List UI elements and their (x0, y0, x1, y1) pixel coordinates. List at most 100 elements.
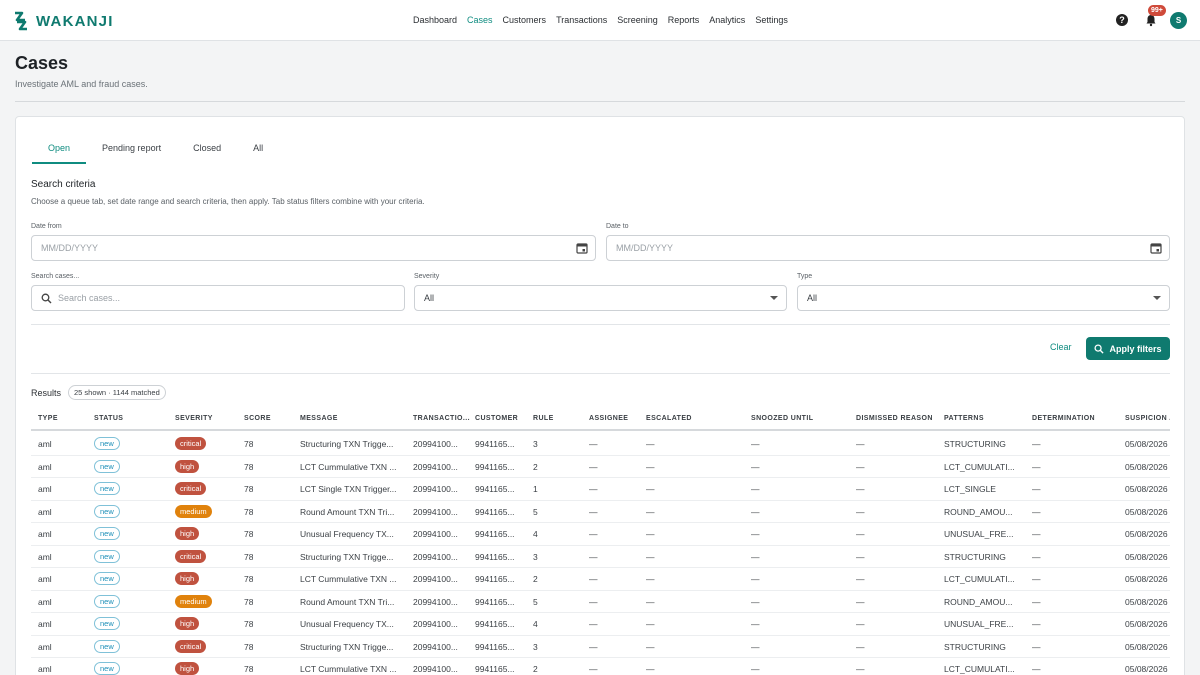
cell-determination: — (1032, 574, 1041, 584)
nav-item-settings[interactable]: Settings (755, 13, 788, 27)
nav-item-transactions[interactable]: Transactions (556, 13, 607, 27)
table-row[interactable]: aml new high 78 Unusual Frequency TX... 20994… (31, 523, 1170, 546)
help-icon[interactable]: ? (1116, 14, 1128, 26)
column-header-patterns[interactable]: PATTERNS (944, 415, 984, 422)
notifications-button[interactable]: 99+ (1144, 5, 1166, 27)
column-header-suspicion[interactable]: SUSPICION A (1125, 415, 1170, 422)
top-bar: WAKANJI Dashboard Cases Customers Transacti… (0, 0, 1200, 41)
clear-button[interactable]: Clear (1050, 342, 1072, 352)
cell-message: LCT Single TXN Trigger... (300, 484, 397, 494)
page-title: Cases (15, 53, 69, 73)
cell-dismissed: — (856, 641, 865, 652)
table-row[interactable]: aml new high 78 LCT Cummulative TXN ... 20994… (31, 658, 1170, 675)
user-avatar[interactable]: S (1170, 11, 1187, 29)
cell-score: 78 (244, 574, 254, 584)
apply-filters-button[interactable]: Apply filters (1086, 337, 1170, 360)
table-row[interactable]: aml new high 78 Unusual Frequency TX... 20994… (31, 613, 1170, 636)
column-header-dismissed[interactable]: DISMISSED REASON (856, 415, 933, 422)
tab-open[interactable]: Open (32, 139, 87, 164)
cell-type: aml (38, 619, 52, 629)
tab-closed[interactable]: Closed (177, 139, 237, 164)
severity-badge: high (175, 572, 200, 585)
search-criteria-help: Choose a queue tab, set date range and s… (31, 197, 425, 206)
brand-logo[interactable]: WAKANJI (11, 9, 114, 33)
table-row[interactable]: aml new high 78 LCT Cummulative TXN ... 20994… (31, 568, 1170, 591)
nav-item-dashboard[interactable]: Dashboard (413, 13, 457, 27)
table-row[interactable]: aml new critical 78 Structuring TXN Trigge..… (31, 433, 1170, 456)
type-select[interactable]: All (797, 285, 1170, 311)
nav-item-analytics[interactable]: Analytics (709, 13, 745, 27)
cell-message: Structuring TXN Trigge... (300, 551, 394, 562)
column-header-severity[interactable]: SEVERITY (175, 415, 213, 422)
calendar-icon[interactable] (1150, 242, 1162, 254)
severity-badge: critical (175, 639, 207, 653)
search-criteria-title: Search criteria (31, 179, 96, 190)
cell-patterns: LCT_CUMULATI... (944, 664, 1015, 674)
cell-suspicion: 05/08/2026 (1125, 461, 1168, 472)
cell-escalated: — (646, 506, 655, 517)
search-cases-input[interactable]: Search cases... (31, 285, 405, 311)
status-badge: new (94, 504, 120, 518)
cell-customer: 9941165... (475, 551, 515, 562)
cell-transaction: 20994100... (413, 574, 458, 584)
nav-item-reports[interactable]: Reports (668, 13, 700, 27)
table-row[interactable]: aml new medium 78 Round Amount TXN Tri... 209… (31, 591, 1170, 613)
cell-suspicion: 05/08/2026 (1125, 439, 1168, 449)
apply-filters-label: Apply filters (1109, 343, 1162, 354)
severity-select[interactable]: All (414, 285, 787, 311)
cell-suspicion: 05/08/2026 (1125, 641, 1168, 652)
table-header: TYPE STATUS SEVERITY SCORE MESSAGE TRANSACTIO… (31, 407, 1170, 431)
results-label: Results (31, 388, 62, 398)
cell-suspicion: 05/08/2026 (1125, 551, 1168, 562)
table-row[interactable]: aml new critical 78 LCT Single TXN Trigger..… (31, 478, 1170, 501)
tab-pending-report[interactable]: Pending report (86, 139, 177, 164)
nav-item-screening[interactable]: Screening (617, 13, 658, 27)
column-header-transaction[interactable]: TRANSACTIO... (413, 415, 470, 422)
column-header-type[interactable]: TYPE (38, 415, 58, 422)
top-right-controls: ? 99+ S (1116, 5, 1187, 31)
date-to-input[interactable]: MM/DD/YYYY (606, 235, 1170, 261)
column-header-snoozed[interactable]: SNOOZED UNTIL (751, 415, 813, 422)
tab-all[interactable]: All (237, 139, 279, 164)
column-header-escalated[interactable]: ESCALATED (646, 415, 692, 422)
cell-message: LCT Cummulative TXN ... (300, 664, 397, 674)
nav-item-cases[interactable]: Cases (467, 13, 493, 27)
column-header-message[interactable]: MESSAGE (300, 415, 338, 422)
table-row[interactable]: aml new critical 78 Structuring TXN Trigge..… (31, 546, 1170, 568)
cell-score: 78 (244, 641, 254, 652)
cell-suspicion: 05/08/2026 (1125, 529, 1168, 539)
cell-dismissed: — (856, 664, 865, 674)
calendar-icon[interactable] (576, 242, 588, 254)
cell-score: 78 (244, 439, 254, 449)
column-header-status[interactable]: STATUS (94, 415, 123, 422)
column-header-rule[interactable]: RULE (533, 415, 554, 422)
cell-type: aml (38, 506, 52, 517)
cell-escalated: — (646, 574, 655, 584)
cell-transaction: 20994100... (413, 551, 458, 562)
search-icon (41, 293, 52, 304)
cell-dismissed: — (856, 551, 865, 562)
table-row[interactable]: aml new medium 78 Round Amount TXN Tri... 209… (31, 501, 1170, 523)
cell-assignee: — (589, 641, 598, 652)
column-header-determination[interactable]: DETERMINATION (1032, 415, 1095, 422)
cell-assignee: — (589, 529, 598, 539)
cell-transaction: 20994100... (413, 461, 458, 472)
cell-customer: 9941165... (475, 439, 515, 449)
date-from-input[interactable]: MM/DD/YYYY (31, 235, 596, 261)
table-row[interactable]: aml new critical 78 Structuring TXN Trigge..… (31, 636, 1170, 658)
type-label: Type (797, 273, 813, 280)
cell-score: 78 (244, 461, 254, 472)
cell-message: Structuring TXN Trigge... (300, 439, 394, 449)
status-badge: new (94, 617, 120, 630)
column-header-score[interactable]: SCORE (244, 415, 271, 422)
notification-count-badge: 99+ (1148, 5, 1166, 16)
table-row[interactable]: aml new high 78 LCT Cummulative TXN ... 20994… (31, 456, 1170, 478)
column-header-assignee[interactable]: ASSIGNEE (589, 415, 628, 422)
cell-snoozed: — (751, 664, 760, 674)
column-header-customer[interactable]: CUSTOMER (475, 415, 518, 422)
cell-score: 78 (244, 551, 254, 562)
nav-item-customers[interactable]: Customers (503, 13, 547, 27)
cell-score: 78 (244, 529, 254, 539)
cell-determination: — (1032, 619, 1041, 629)
cell-assignee: — (589, 574, 598, 584)
